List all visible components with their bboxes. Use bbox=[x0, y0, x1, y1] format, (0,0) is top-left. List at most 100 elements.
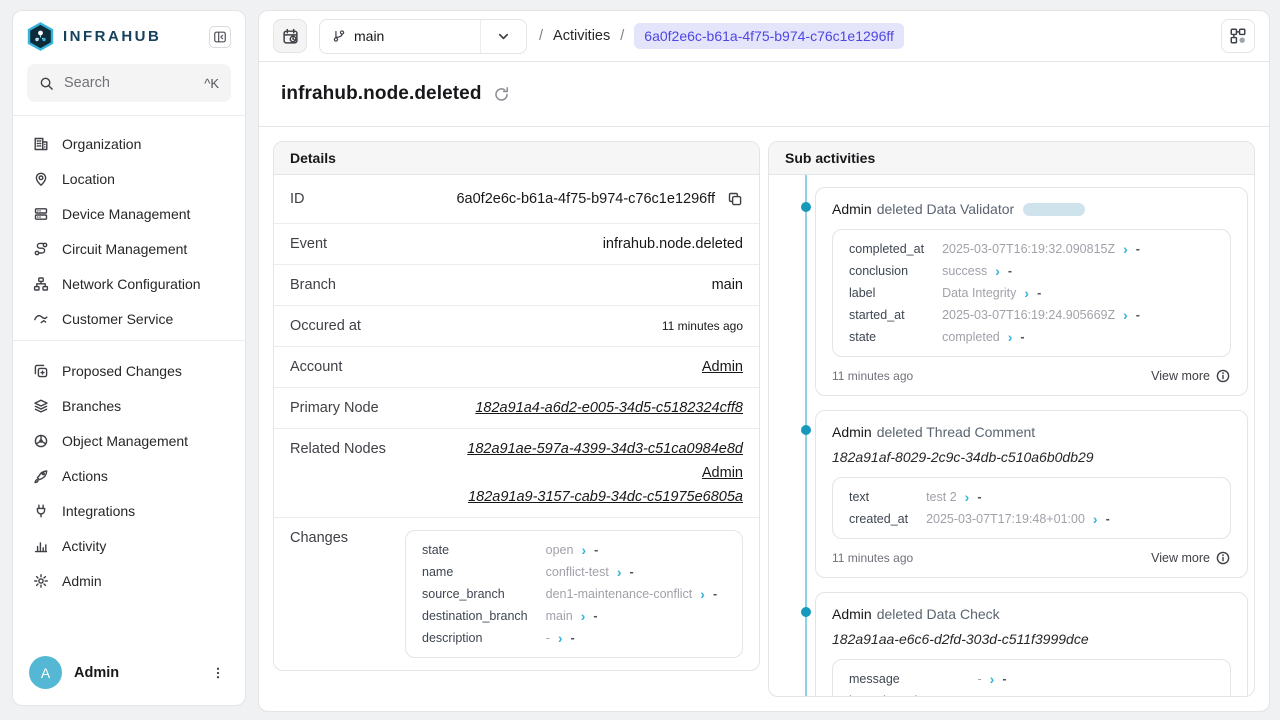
branch-caret[interactable] bbox=[480, 20, 526, 53]
view-more-link[interactable]: View more bbox=[1151, 368, 1231, 384]
details-row-value: main bbox=[712, 277, 743, 293]
prop-value: 2025-03-07T17:19:48+01:00›- bbox=[926, 512, 1214, 526]
details-row-primary-node: Primary Node 182a91a4-a6d2-e005-34d5-c518… bbox=[274, 388, 759, 429]
prop-old-value: main bbox=[546, 609, 573, 623]
node-link[interactable]: Admin bbox=[702, 359, 743, 375]
details-row-links: Admin bbox=[702, 359, 743, 375]
chevron-right-icon: › bbox=[581, 543, 586, 557]
breadcrumb-separator: / bbox=[620, 28, 624, 44]
user-row[interactable]: A Admin bbox=[13, 644, 245, 705]
sidebar-item-label: Device Management bbox=[62, 206, 190, 222]
details-row-label: ID bbox=[290, 191, 305, 207]
sidebar-item-label: Admin bbox=[62, 573, 102, 589]
prop-old-value: - bbox=[978, 694, 982, 696]
sidebar-item-label: Circuit Management bbox=[62, 241, 187, 257]
content: Details ID 6a0f2e6c-b61a-4f75-b974-c76c1e… bbox=[259, 127, 1269, 711]
sidebar-item-label: Integrations bbox=[62, 503, 135, 519]
search-shortcut: ^K bbox=[204, 76, 219, 91]
view-more-link[interactable]: View more bbox=[1151, 550, 1231, 566]
search-placeholder: Search bbox=[64, 75, 110, 91]
sidebar-item-label: Customer Service bbox=[62, 311, 173, 327]
details-row-label: Primary Node bbox=[290, 400, 379, 416]
sidebar-collapse-icon[interactable] bbox=[209, 26, 231, 48]
sidebar-item-activity[interactable]: Activity bbox=[21, 528, 237, 563]
prop-new-value: - bbox=[1136, 242, 1140, 256]
sidebar-item-actions[interactable]: Actions bbox=[21, 458, 237, 493]
sidebar-item-customer-service[interactable]: Customer Service bbox=[21, 301, 237, 336]
prop-value: test 2›- bbox=[926, 490, 1214, 504]
sidebar-item-label: Actions bbox=[62, 468, 108, 484]
prop-old-value: success bbox=[942, 264, 987, 278]
prop-new-value: - bbox=[630, 565, 634, 579]
schema-visualizer-button[interactable] bbox=[1221, 19, 1255, 53]
sidebar-item-admin[interactable]: Admin bbox=[21, 563, 237, 598]
search-input[interactable]: Search ^K bbox=[27, 64, 231, 102]
layers-icon bbox=[33, 398, 49, 414]
sidebar-divider bbox=[13, 340, 245, 341]
card-timestamp: 11 minutes ago bbox=[832, 369, 913, 383]
sidebar-menu-primary: OrganizationLocation Device Management Cir… bbox=[13, 116, 245, 338]
node-link[interactable]: 182a91a9-3157-cab9-34dc-c51975e6805a bbox=[468, 489, 743, 505]
refresh-icon[interactable] bbox=[493, 86, 510, 103]
git-branch-icon bbox=[332, 29, 346, 43]
details-row-value: 6a0f2e6c-b61a-4f75-b974-c76c1e1296ff bbox=[456, 191, 715, 207]
details-row-label: Changes bbox=[290, 530, 348, 546]
chevron-right-icon: › bbox=[1123, 308, 1128, 322]
node-link[interactable]: Admin bbox=[702, 465, 743, 481]
details-panel: Details ID 6a0f2e6c-b61a-4f75-b974-c76c1e… bbox=[273, 141, 760, 671]
time-travel-button[interactable] bbox=[273, 19, 307, 53]
user-menu-dots-icon[interactable] bbox=[207, 662, 229, 684]
breadcrumb-activity-id[interactable]: 6a0f2e6c-b61a-4f75-b974-c76c1e1296ff bbox=[634, 23, 904, 49]
sub-activity-card: Admindeleted Data Check182a91aa-e6c6-d2f… bbox=[815, 592, 1248, 696]
sidebar-item-object-management[interactable]: Object Management bbox=[21, 423, 237, 458]
branch-name: main bbox=[354, 28, 384, 44]
prop-key: message bbox=[849, 672, 960, 686]
card-actor: Admin bbox=[832, 606, 872, 622]
gear-icon bbox=[33, 573, 49, 589]
prop-key: keep_branch bbox=[849, 694, 960, 696]
breadcrumb-separator: / bbox=[539, 28, 543, 44]
chevron-right-icon: › bbox=[990, 694, 995, 696]
card-title: Admindeleted Data Check bbox=[832, 606, 1231, 622]
sidebar-item-integrations[interactable]: Integrations bbox=[21, 493, 237, 528]
prop-new-value: - bbox=[1037, 286, 1041, 300]
prop-value: 2025-03-07T16:19:32.090815Z›- bbox=[942, 242, 1214, 256]
breadcrumb-activities[interactable]: Activities bbox=[553, 28, 610, 44]
branch-selector[interactable]: main bbox=[319, 19, 527, 54]
details-row-related-nodes: Related Nodes 182a91ae-597a-4399-34d3-c51… bbox=[274, 429, 759, 518]
server-icon bbox=[33, 206, 49, 222]
sidebar-item-network-configuration[interactable]: Network Configuration bbox=[21, 266, 237, 301]
building-icon bbox=[33, 136, 49, 152]
prop-new-value: - bbox=[1020, 330, 1024, 344]
breadcrumb: / Activities / 6a0f2e6c-b61a-4f75-b974-c… bbox=[539, 23, 904, 49]
card-action: deleted Thread Comment bbox=[877, 424, 1036, 440]
sidebar-item-circuit-management[interactable]: Circuit Management bbox=[21, 231, 237, 266]
topbar: main / Activities / 6a0f2e6c-b61a-4f75-b… bbox=[259, 11, 1269, 62]
sidebar-item-device-management[interactable]: Device Management bbox=[21, 196, 237, 231]
prop-old-value: - bbox=[978, 672, 982, 686]
logo-wordmark: INFRAHUB bbox=[63, 28, 161, 45]
node-link[interactable]: 182a91ae-597a-4399-34d3-c51ca0984e8d bbox=[467, 441, 743, 457]
sidebar-item-organization[interactable]: Organization bbox=[21, 126, 237, 161]
user-name: Admin bbox=[74, 665, 119, 681]
details-header: Details bbox=[274, 142, 759, 175]
sidebar-item-proposed-changes[interactable]: Proposed Changes bbox=[21, 353, 237, 388]
chevron-right-icon: › bbox=[1008, 330, 1013, 344]
node-link[interactable]: 182a91a4-a6d2-e005-34d5-c5182324cff8 bbox=[475, 400, 743, 416]
details-row-value-wrap: 6a0f2e6c-b61a-4f75-b974-c76c1e1296ff bbox=[456, 191, 743, 207]
card-action: deleted Data Validator bbox=[877, 201, 1015, 217]
chevron-right-icon: › bbox=[581, 609, 586, 623]
prop-new-value: - bbox=[593, 609, 597, 623]
prop-old-value: den1-maintenance-conflict bbox=[546, 587, 693, 601]
copy-icon bbox=[727, 191, 743, 207]
copy-button[interactable] bbox=[727, 191, 743, 207]
diff-icon bbox=[33, 363, 49, 379]
details-row-links: 182a91ae-597a-4399-34d3-c51ca0984e8d Admi… bbox=[467, 441, 743, 505]
chevron-right-icon: › bbox=[995, 264, 1000, 278]
properties-box: texttest 2›-created_at2025-03-07T17:19:4… bbox=[832, 477, 1231, 539]
chevron-right-icon: › bbox=[1093, 512, 1098, 526]
sidebar-item-location[interactable]: Location bbox=[21, 161, 237, 196]
sidebar-item-branches[interactable]: Branches bbox=[21, 388, 237, 423]
card-timestamp: 11 minutes ago bbox=[832, 551, 913, 565]
details-row-label: Related Nodes bbox=[290, 441, 386, 457]
